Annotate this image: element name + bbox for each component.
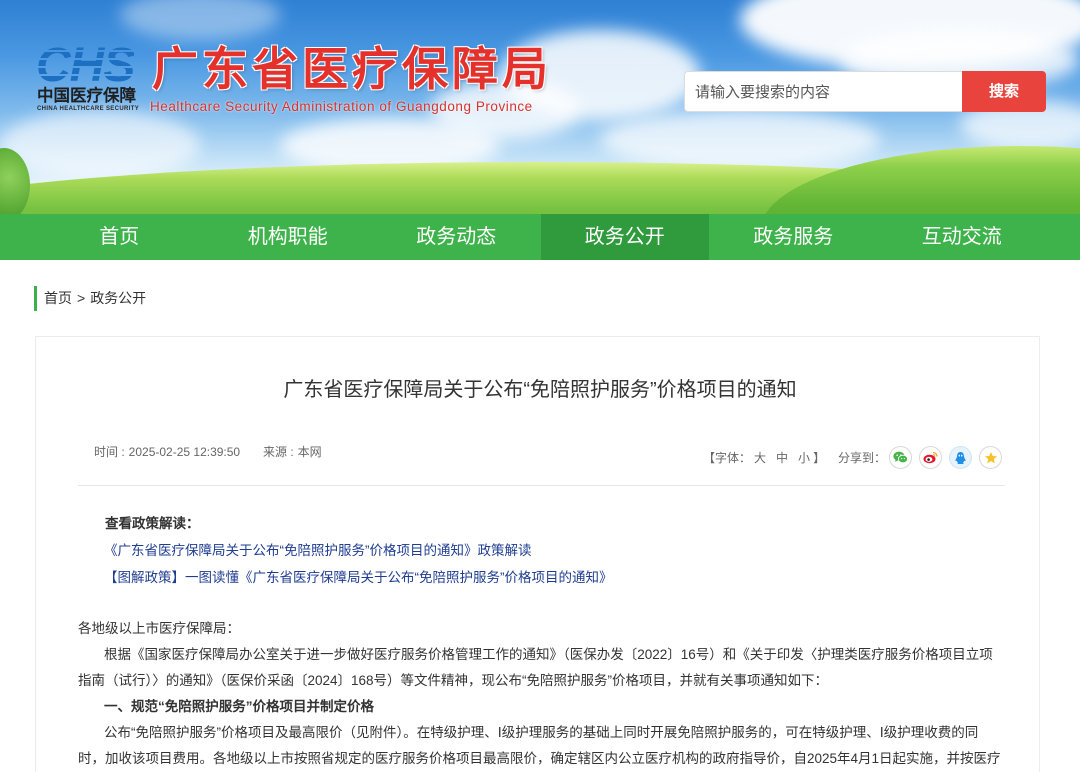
font-size-label: 【字体： [703,451,752,465]
page: CHS 中国医疗保障 CHINA HEALTHCARE SECURITY 广东省… [0,0,1080,772]
font-size-small-link[interactable]: 小 [798,451,810,465]
main-nav-list: 首页 机构职能 政务动态 政务公开 政务服务 互动交流 [35,214,1046,260]
nav-item-functions[interactable]: 机构职能 [204,214,373,260]
wechat-icon [893,451,908,464]
policy-infographic-link[interactable]: 【图解政策】一图读懂《广东省医疗保障局关于公布“免陪照护服务”价格项目的通知》 [104,570,613,585]
paragraph-line: 公布“免陪照护服务”价格项目及最高限价（见附件）。在特级护理、Ⅰ级护理服务的基础… [104,725,979,740]
breadcrumb: 首页 > 政务公开 [44,289,146,308]
meta-divider [78,485,1005,486]
site-subtitle: Healthcare Security Administration of Gu… [150,99,533,114]
publish-time-label: 时间 : [94,445,125,459]
breadcrumb-marker [34,286,37,311]
policy-link-row: 《广东省医疗保障局关于公布“免陪照护服务”价格项目的通知》政策解读 [78,537,1005,564]
share-qq-button[interactable] [949,446,972,469]
qzone-icon [984,451,997,463]
section-heading: 一、规范“免陪照护服务”价格项目并制定价格 [104,699,374,714]
site-header: CHS 中国医疗保障 CHINA HEALTHCARE SECURITY 广东省… [0,0,1080,214]
share-weibo-button[interactable] [919,446,942,469]
nav-item-home[interactable]: 首页 [35,214,204,260]
font-size-medium-link[interactable]: 中 [776,451,788,465]
share-buttons [889,446,1002,469]
paragraph-line: 指南（试行）〉的通知》（医保价采函〔2024〕168号）等文件精神，现公布“免陪… [78,673,829,688]
nav-item-news[interactable]: 政务动态 [372,214,541,260]
salutation: 各地级以上市医疗保障局： [78,621,240,636]
publish-time-value: 2025-02-25 12:39:50 [128,445,241,459]
cloud [120,0,280,40]
breadcrumb-home-link[interactable]: 首页 [44,290,72,306]
share-qzone-button[interactable] [979,446,1002,469]
policy-reading-block: 查看政策解读： 《广东省医疗保障局关于公布“免陪照护服务”价格项目的通知》政策解… [78,510,1005,591]
site-logo[interactable]: CHS 中国医疗保障 CHINA HEALTHCARE SECURITY [36,39,144,116]
logo-name-cn: 中国医疗保障 [37,86,136,105]
article-body: 各地级以上市医疗保障局： 根据《国家医疗保障局办公室关于进一步做好医疗服务价格管… [78,616,1005,772]
site-title: 广东省医疗保障局 [152,42,552,96]
article-source: 来源 : 本网 [263,445,322,459]
font-size-close-bracket: 】 [813,451,826,465]
search-button[interactable]: 搜索 [962,71,1046,112]
paragraph-line: 根据《国家医疗保障局办公室关于进一步做好医疗服务价格管理工作的通知》（医保办发〔… [104,647,993,662]
search-input[interactable] [684,71,962,112]
qq-icon [955,451,966,464]
nav-item-public-info[interactable]: 政务公开 [540,214,709,260]
breadcrumb-separator: > [77,290,86,306]
nav-item-interaction[interactable]: 互动交流 [878,214,1047,260]
logo-name-en: CHINA HEALTHCARE SECURITY [37,106,140,112]
share-label: 分享到： [838,451,887,465]
cloud [0,110,200,180]
publish-time: 时间 :2025-02-25 12:39:50 [94,445,240,459]
font-size-switcher: 【字体：大中小】 [703,451,825,465]
font-size-large-link[interactable]: 大 [754,451,766,465]
policy-interpretation-link[interactable]: 《广东省医疗保障局关于公布“免陪照护服务”价格项目的通知》政策解读 [104,543,532,558]
article-title: 广东省医疗保障局关于公布“免陪照护服务”价格项目的通知 [283,379,797,401]
policy-link-row: 【图解政策】一图读懂《广东省医疗保障局关于公布“免陪照护服务”价格项目的通知》 [78,564,1005,591]
weibo-icon [923,451,938,464]
paragraph-line: 时，加收该项目费用。各地级以上市按照省规定的医疗服务价格项目最高限价，确定辖区内… [78,751,1001,766]
cloud [600,110,880,170]
breadcrumb-current-link[interactable]: 政务公开 [90,290,146,306]
article-source-value: 本网 [297,445,322,459]
share-wechat-button[interactable] [889,446,912,469]
main-nav: 首页 机构职能 政务动态 政务公开 政务服务 互动交流 [0,214,1080,260]
nav-item-services[interactable]: 政务服务 [709,214,878,260]
policy-reading-heading: 查看政策解读： [105,516,200,531]
chs-logo-mark: CHS [36,39,135,92]
article-source-label: 来源 : [263,445,294,459]
